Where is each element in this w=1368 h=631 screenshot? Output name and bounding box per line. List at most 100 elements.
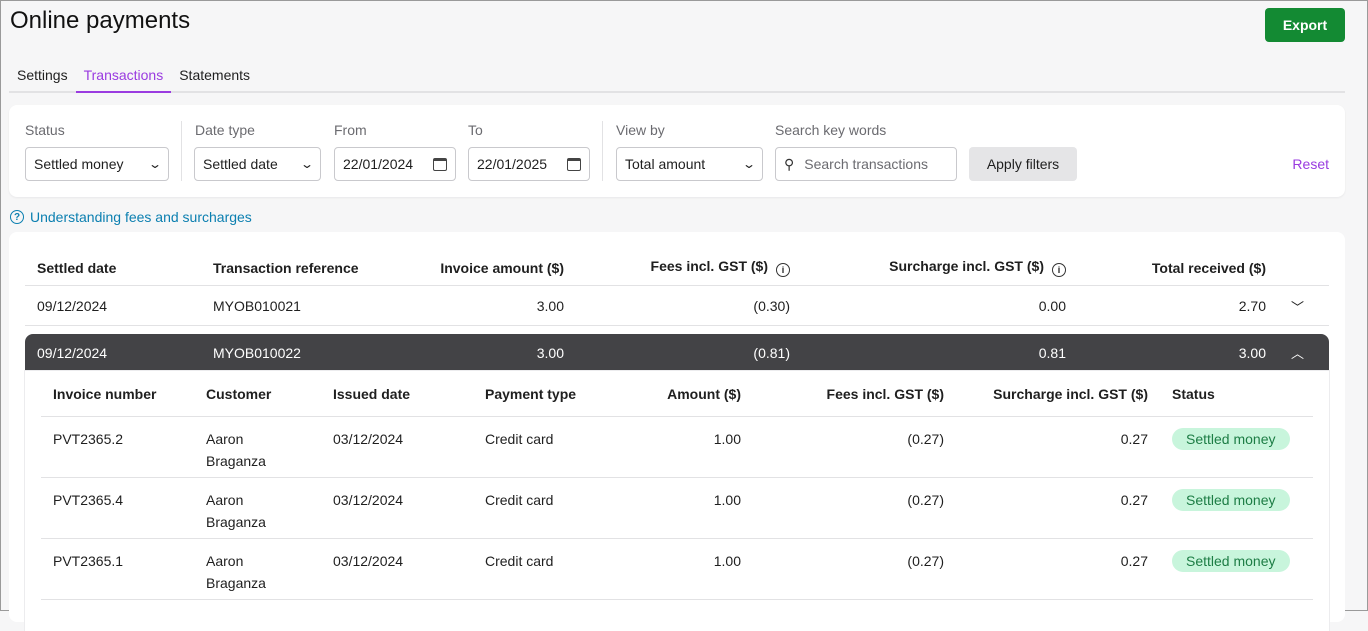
cell-surcharge: 0.27 <box>1120 492 1148 508</box>
cell-invoice-amount: 3.00 <box>536 298 564 314</box>
cell-surcharge: 0.27 <box>1120 431 1148 447</box>
cell-amount: 1.00 <box>713 553 741 569</box>
col-customer: Customer <box>206 385 272 402</box>
chevron-down-icon: ⌄ <box>147 157 163 171</box>
col-amount: Amount ($) <box>667 385 741 402</box>
cell-customer: Aaron Braganza <box>206 431 266 469</box>
to-label: To <box>468 122 483 138</box>
date-type-label: Date type <box>195 122 255 138</box>
from-label: From <box>334 122 367 138</box>
from-date-input[interactable]: 22/01/2024 <box>334 147 456 181</box>
cell-total: 2.70 <box>1238 298 1266 314</box>
subtable-row: PVT2365.1 Aaron Braganza 03/12/2024 Credit … <box>41 539 1313 600</box>
cell-invoice-number[interactable]: PVT2365.1 <box>53 550 206 572</box>
cell-settled-date: 09/12/2024 <box>37 298 108 314</box>
table-row-expanded[interactable]: 09/12/2024 MYOB010022 3.00 (0.81) 0.81 3… <box>25 334 1329 371</box>
tab-statements[interactable]: Statements <box>171 63 258 93</box>
col-invoice-number: Invoice number <box>53 385 157 402</box>
divider <box>181 121 182 181</box>
cell-fees: (0.30) <box>753 298 790 314</box>
cell-reference: MYOB010022 <box>213 344 301 361</box>
cell-surcharge: 0.81 <box>1038 344 1066 361</box>
cell-invoice-amount: 3.00 <box>536 344 564 361</box>
table-row[interactable]: 09/12/2024 MYOB010021 3.00 (0.30) 0.00 2… <box>25 287 1329 326</box>
col-invoice-amount[interactable]: Invoice amount ($) <box>401 260 564 276</box>
transactions-table: Settled date Transaction reference Invoi… <box>9 232 1345 631</box>
col-transaction-reference[interactable]: Transaction reference <box>213 260 401 276</box>
page-title: Online payments <box>10 7 191 34</box>
cell-total: 3.00 <box>1238 344 1266 361</box>
chevron-up-icon[interactable]: ︿ <box>1266 343 1329 362</box>
cell-reference: MYOB010021 <box>213 298 301 314</box>
col-payment-type: Payment type <box>485 385 577 402</box>
chevron-down-icon[interactable]: ﹀ <box>1266 297 1329 316</box>
status-select[interactable]: Settled money ⌄ <box>25 147 169 181</box>
info-icon[interactable]: i <box>1052 263 1066 277</box>
cell-amount: 1.00 <box>713 492 741 508</box>
invoice-subtable: Invoice number Customer Issued date Paym… <box>25 371 1329 631</box>
tab-bar: Settings Transactions Statements <box>9 63 1345 93</box>
help-link-text[interactable]: Understanding fees and surcharges <box>30 209 252 225</box>
info-icon[interactable]: i <box>776 263 790 277</box>
status-label: Status <box>25 122 65 138</box>
search-placeholder: Search transactions <box>804 156 928 172</box>
cell-payment-type: Credit card <box>485 553 554 569</box>
cell-fees: (0.27) <box>907 553 944 569</box>
date-type-select[interactable]: Settled date ⌄ <box>194 147 321 181</box>
cell-fees: (0.27) <box>907 431 944 447</box>
cell-issued-date: 03/12/2024 <box>333 492 404 508</box>
col-surcharge: Surcharge incl. GST ($) <box>993 385 1148 402</box>
cell-settled-date: 09/12/2024 <box>37 344 108 361</box>
table-header: Settled date Transaction reference Invoi… <box>25 250 1329 286</box>
cell-fees: (0.81) <box>753 344 790 361</box>
apply-filters-button[interactable]: Apply filters <box>969 147 1077 181</box>
view-by-label: View by <box>616 122 665 138</box>
col-status: Status <box>1172 385 1215 402</box>
calendar-icon[interactable] <box>567 157 581 171</box>
col-surcharge[interactable]: Surcharge incl. GST ($) i <box>790 258 1066 277</box>
tab-settings[interactable]: Settings <box>9 63 76 93</box>
filter-panel: Status Settled money ⌄ Date type Settled … <box>9 105 1345 197</box>
chevron-down-icon: ⌄ <box>741 157 757 171</box>
status-cell: Settled money <box>1148 550 1313 572</box>
date-type-value: Settled date <box>203 156 278 172</box>
reset-link[interactable]: Reset <box>1292 156 1329 172</box>
calendar-icon[interactable] <box>433 157 447 171</box>
cell-amount: 1.00 <box>713 431 741 447</box>
status-badge: Settled money <box>1172 428 1290 450</box>
search-icon: ⚲ <box>784 155 795 172</box>
col-fees: Fees incl. GST ($) <box>826 385 944 402</box>
divider <box>602 121 603 181</box>
search-label: Search key words <box>775 122 887 138</box>
subtable-row: PVT2365.4 Aaron Braganza 03/12/2024 Credit … <box>41 478 1313 539</box>
surcharge-header-text: Surcharge incl. GST ($) <box>889 258 1044 274</box>
cell-customer: Aaron Braganza <box>206 492 266 530</box>
from-value: 22/01/2024 <box>343 156 414 172</box>
col-fees[interactable]: Fees incl. GST ($) i <box>564 258 790 277</box>
status-cell: Settled money <box>1148 489 1313 511</box>
search-input[interactable]: ⚲ Search transactions <box>775 147 957 181</box>
col-total-received[interactable]: Total received ($) <box>1066 260 1266 276</box>
fees-header-text: Fees incl. GST ($) <box>650 258 768 274</box>
export-button[interactable]: Export <box>1265 8 1345 42</box>
cell-surcharge: 0.00 <box>1038 298 1066 314</box>
to-date-input[interactable]: 22/01/2025 <box>468 147 590 181</box>
cell-customer: Aaron Braganza <box>206 553 266 591</box>
status-badge: Settled money <box>1172 550 1290 572</box>
cell-invoice-number[interactable]: PVT2365.4 <box>53 489 206 511</box>
status-badge: Settled money <box>1172 489 1290 511</box>
cell-fees: (0.27) <box>907 492 944 508</box>
tab-transactions[interactable]: Transactions <box>75 63 172 93</box>
cell-payment-type: Credit card <box>485 492 554 508</box>
col-settled-date[interactable]: Settled date <box>37 260 213 276</box>
col-issued-date: Issued date <box>333 385 411 402</box>
status-value: Settled money <box>34 156 124 172</box>
help-icon: ? <box>10 210 24 224</box>
to-value: 22/01/2025 <box>477 156 548 172</box>
cell-issued-date: 03/12/2024 <box>333 431 404 447</box>
view-by-select[interactable]: Total amount ⌄ <box>616 147 763 181</box>
cell-invoice-number[interactable]: PVT2365.2 <box>53 428 206 450</box>
cell-payment-type: Credit card <box>485 431 554 447</box>
subtable-header: Invoice number Customer Issued date Paym… <box>41 371 1313 417</box>
fees-help-link[interactable]: ? Understanding fees and surcharges <box>10 209 252 225</box>
